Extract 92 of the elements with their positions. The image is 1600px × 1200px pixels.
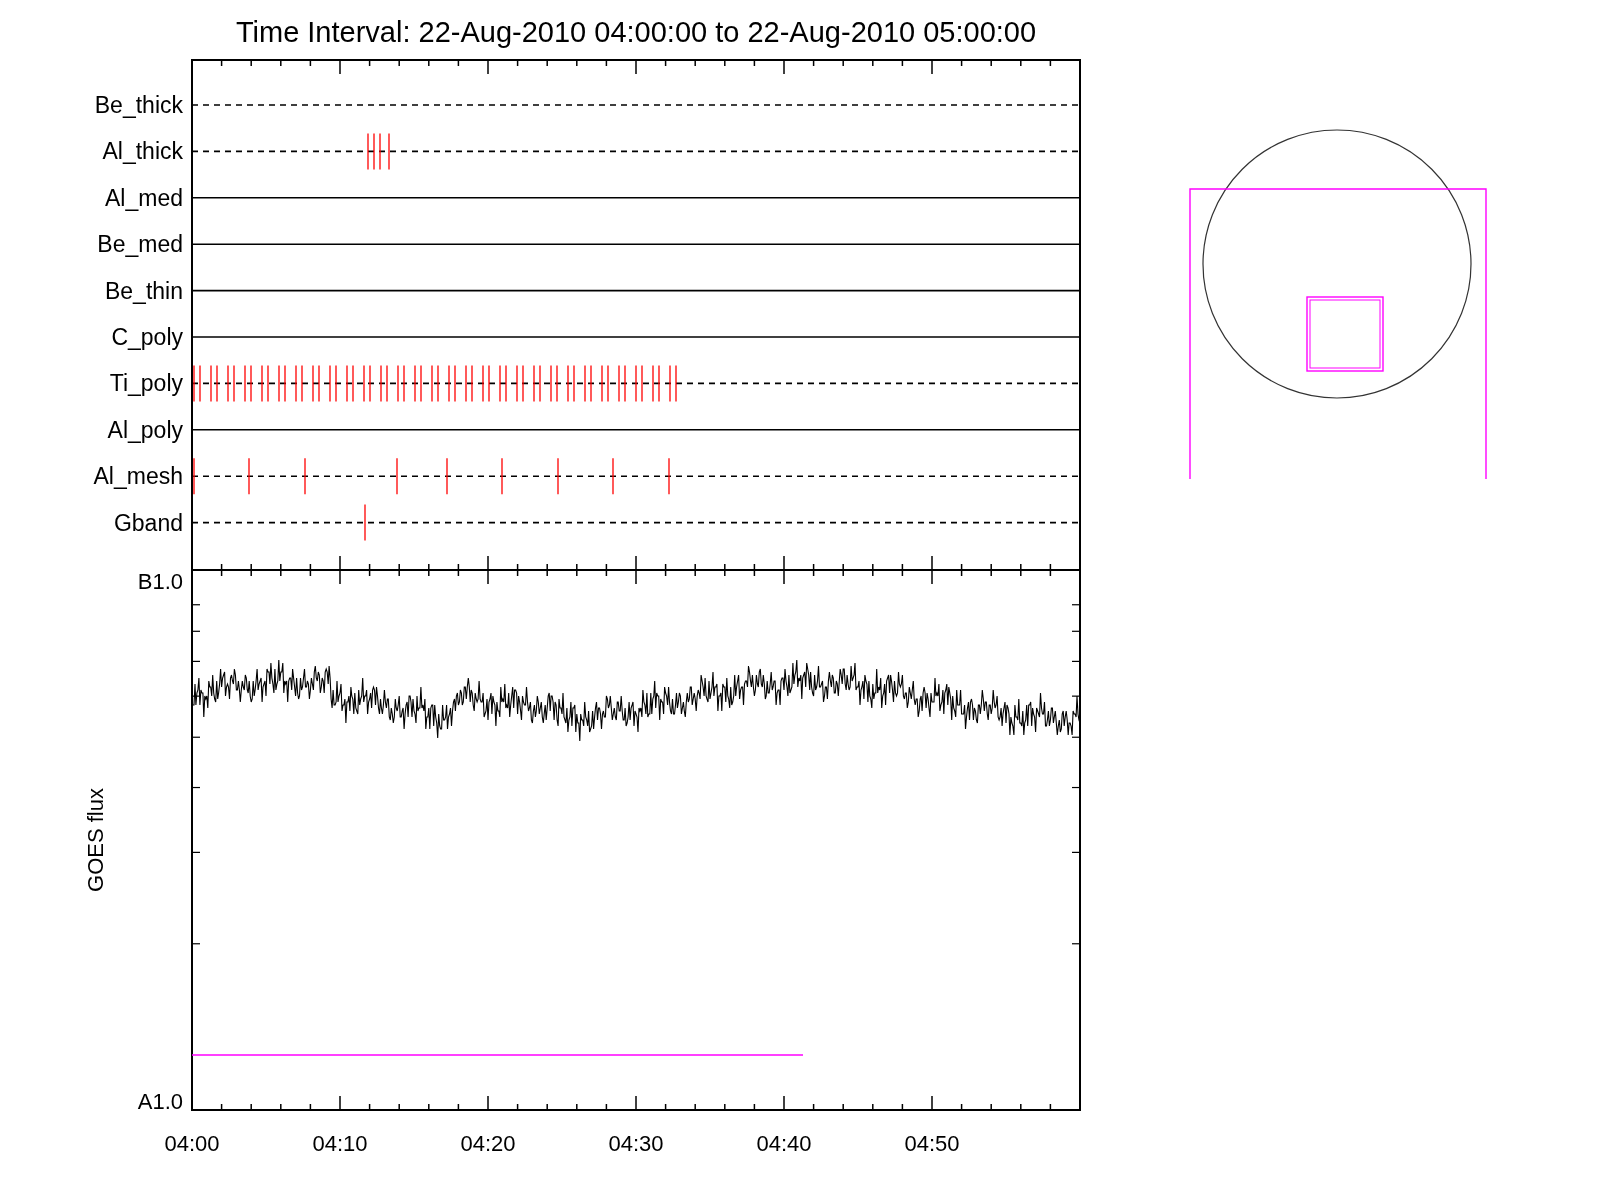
event-marker [261, 364, 263, 403]
filter-label: Al_mesh [93, 463, 183, 490]
event-marker [248, 457, 250, 495]
event-marker [373, 132, 375, 171]
event-marker [446, 457, 448, 495]
event-marker [516, 364, 518, 403]
event-marker [533, 364, 535, 403]
event-marker [367, 132, 369, 171]
event-marker [403, 364, 405, 403]
event-marker [590, 364, 592, 403]
event-marker [624, 364, 626, 403]
event-marker [388, 132, 390, 171]
event-marker [244, 364, 246, 403]
event-marker [284, 364, 286, 403]
event-marker [369, 364, 371, 403]
time-tick-label: 04:40 [756, 1131, 812, 1156]
event-marker [465, 364, 467, 403]
event-marker [675, 364, 677, 403]
event-marker [396, 457, 398, 495]
event-marker [233, 364, 235, 403]
event-marker [601, 364, 603, 403]
event-marker [386, 364, 388, 403]
event-marker [668, 457, 670, 495]
filter-label: C_poly [111, 324, 183, 350]
y-tick-label: B1.0 [137, 569, 183, 594]
event-marker [557, 457, 559, 495]
event-marker [397, 364, 399, 403]
event-marker [618, 364, 620, 403]
event-marker [312, 364, 314, 403]
event-marker [522, 364, 524, 403]
event-marker [364, 503, 366, 542]
event-marker [635, 364, 637, 403]
event-marker [301, 364, 303, 403]
event-marker [380, 364, 382, 403]
time-tick-label: 04:20 [460, 1131, 516, 1156]
event-marker [278, 364, 280, 403]
event-marker [573, 364, 575, 403]
event-marker [216, 364, 218, 403]
event-marker [379, 132, 381, 171]
filter-label: Ti_poly [109, 370, 183, 397]
time-tick-label: 04:50 [904, 1131, 960, 1156]
event-marker [584, 364, 586, 403]
event-marker [210, 364, 212, 403]
event-marker [482, 364, 484, 403]
filter-label: Gband [113, 509, 183, 536]
event-marker [501, 457, 503, 495]
filter-label: Al_thick [102, 138, 183, 165]
plot-title: Time Interval: 22-Aug-2010 04:00:00 to 22-Aug-2010 05:00:00 [235, 16, 1037, 48]
event-marker [658, 364, 660, 403]
event-marker [652, 364, 654, 403]
event-marker [346, 364, 348, 403]
event-marker [295, 364, 297, 403]
event-marker [488, 364, 490, 403]
event-marker [193, 457, 195, 495]
event-marker [420, 364, 422, 403]
event-marker [550, 364, 552, 403]
event-marker [199, 364, 201, 403]
event-marker [193, 364, 195, 403]
event-marker [227, 364, 229, 403]
event-marker [267, 364, 269, 403]
filter-label: Be_med [97, 231, 183, 258]
event-marker [539, 364, 541, 403]
filter-label: Al_med [105, 184, 183, 211]
event-marker [641, 364, 643, 403]
filter-label: Al_poly [107, 416, 183, 443]
event-marker [318, 364, 320, 403]
y-axis-label: GOES flux [83, 788, 108, 892]
event-marker [250, 364, 252, 403]
event-marker [454, 364, 456, 403]
event-marker [505, 364, 507, 403]
event-marker [607, 364, 609, 403]
filter-label: Be_thick [94, 92, 183, 118]
event-marker [335, 364, 337, 403]
time-tick-label: 04:10 [312, 1131, 368, 1156]
time-tick-label: 04:30 [608, 1131, 664, 1156]
event-marker [612, 457, 614, 495]
event-marker [567, 364, 569, 403]
event-marker [556, 364, 558, 403]
event-marker [363, 364, 365, 403]
event-marker [669, 364, 671, 403]
filter-label: Be_thin [105, 277, 183, 304]
y-tick-label: A1.0 [137, 1089, 183, 1114]
event-marker [431, 364, 433, 403]
event-marker [499, 364, 501, 403]
event-marker [448, 364, 450, 403]
event-marker [414, 364, 416, 403]
event-marker [437, 364, 439, 403]
event-marker [304, 457, 306, 495]
time-tick-label: 04:00 [164, 1131, 220, 1156]
event-marker [471, 364, 473, 403]
event-marker [352, 364, 354, 403]
event-marker [329, 364, 331, 403]
